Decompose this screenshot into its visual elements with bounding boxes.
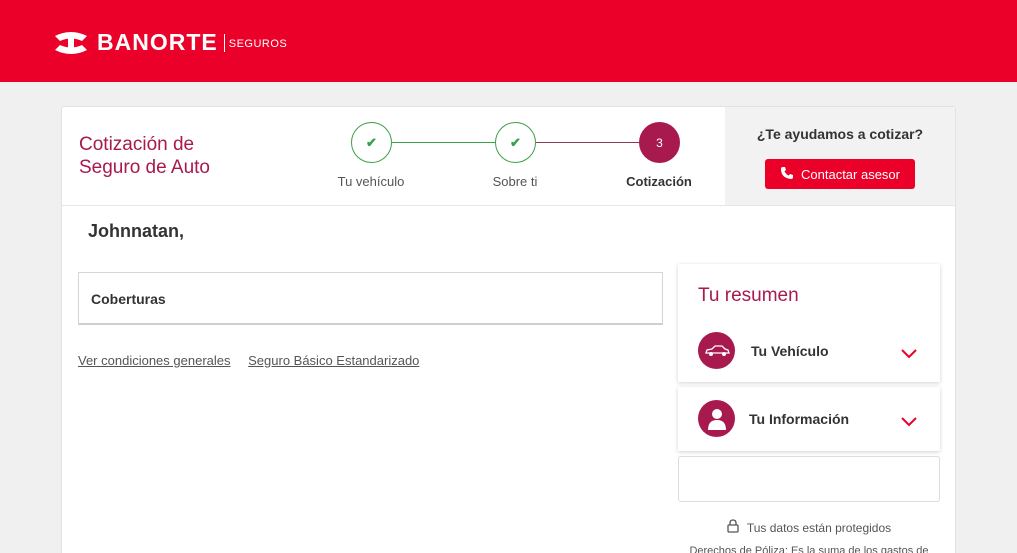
contact-advisor-button[interactable]: Contactar asesor — [765, 159, 915, 189]
user-greeting: Johnnatan, — [88, 221, 185, 241]
car-icon — [698, 332, 735, 369]
help-question: ¿Te ayudamos a cotizar? — [756, 126, 924, 142]
step-1-circle[interactable]: ✔ — [351, 122, 392, 163]
banorte-logo-mark-icon — [52, 30, 90, 56]
secure-notice: Tus datos están protegidos — [678, 519, 940, 536]
step-2-circle[interactable]: ✔ — [495, 122, 536, 163]
secure-text: Tus datos están protegidos — [746, 520, 892, 535]
policy-rights-text: Derechos de Póliza: Es la suma de los ga… — [689, 545, 929, 553]
check-icon: ✔ — [366, 134, 377, 150]
step-3-label: Cotización — [626, 174, 692, 189]
step-1-label: Tu vehículo — [337, 174, 405, 189]
summary-panel: Tu resumen Tu Vehículo — [678, 264, 940, 382]
check-icon: ✔ — [510, 134, 521, 150]
brand-divider — [223, 33, 225, 52]
page-title-line1: Cotización de — [79, 134, 195, 155]
step-connector-2 — [535, 142, 639, 143]
page-title-line2: Seguro de Auto — [79, 157, 210, 178]
basic-insurance-link[interactable]: Seguro Básico Estandarizado — [248, 353, 419, 368]
quote-card: Cotización de Seguro de Auto ✔ ✔ 3 Tu ve… — [61, 106, 956, 553]
coberturas-panel[interactable]: Coberturas — [78, 272, 663, 325]
lock-icon — [727, 519, 739, 536]
contact-advisor-label: Contactar asesor — [801, 166, 900, 182]
phone-icon — [780, 166, 794, 183]
brand-name: BANORTE — [97, 29, 218, 55]
coberturas-label: Coberturas — [91, 291, 166, 307]
summary-info-card: Tu Información — [678, 387, 940, 451]
banorte-logo[interactable]: BANORTE SEGUROS — [52, 29, 287, 56]
chevron-down-icon[interactable] — [901, 414, 917, 432]
step-3-circle[interactable]: 3 — [639, 122, 680, 163]
step-3-number: 3 — [656, 135, 663, 150]
top-bar: BANORTE SEGUROS — [0, 0, 1017, 82]
quote-header: Cotización de Seguro de Auto ✔ ✔ 3 Tu ve… — [62, 107, 955, 206]
brand-sub: SEGUROS — [228, 37, 288, 50]
help-panel: ¿Te ayudamos a cotizar? Contactar asesor — [725, 107, 955, 205]
policy-links: Ver condiciones generales Seguro Básico … — [78, 353, 433, 368]
step-2-label: Sobre ti — [492, 174, 538, 189]
summary-title: Tu resumen — [698, 285, 799, 306]
general-conditions-link[interactable]: Ver condiciones generales — [78, 353, 231, 368]
step-connector-1 — [391, 142, 495, 143]
summary-vehicle-label[interactable]: Tu Vehículo — [751, 343, 829, 359]
person-icon — [698, 400, 735, 437]
page-title: Cotización de Seguro de Auto — [79, 133, 279, 179]
summary-info-label[interactable]: Tu Información — [749, 411, 849, 427]
summary-empty-box — [678, 456, 940, 502]
chevron-down-icon[interactable] — [901, 346, 917, 364]
